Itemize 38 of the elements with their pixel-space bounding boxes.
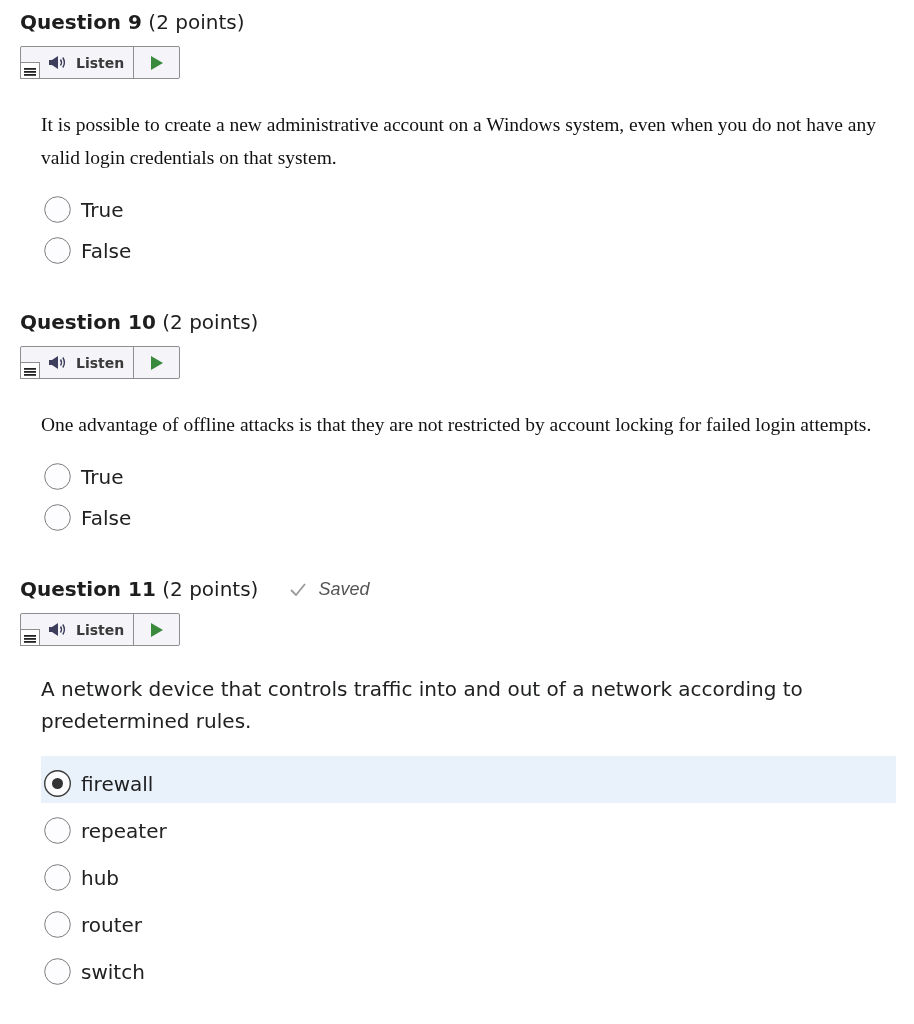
radio-button[interactable] xyxy=(44,864,71,891)
listen-button[interactable]: Listen xyxy=(40,47,135,78)
play-icon xyxy=(150,55,163,70)
menu-icon[interactable] xyxy=(20,629,40,646)
question-text: It is possible to create a new administrative account on a Windows system, even when you do not have any valid login credentials on that system. xyxy=(41,113,877,170)
listen-button[interactable]: Listen xyxy=(40,347,135,378)
answer-label[interactable]: router xyxy=(81,912,143,937)
play-icon xyxy=(150,622,163,637)
answer-label[interactable]: True xyxy=(81,464,124,489)
play-icon xyxy=(150,355,163,370)
answer-label[interactable]: True xyxy=(81,197,124,222)
speaker-icon xyxy=(48,355,66,370)
answer-label[interactable]: repeater xyxy=(81,818,167,843)
speaker-icon xyxy=(48,622,66,637)
answer-label[interactable]: firewall xyxy=(81,771,154,796)
radio-button[interactable] xyxy=(44,196,71,223)
answer-label[interactable]: switch xyxy=(81,959,145,984)
answer-label[interactable]: False xyxy=(81,238,132,263)
radio-button[interactable] xyxy=(44,770,71,797)
listen-button[interactable]: Listen xyxy=(40,614,135,645)
radio-button[interactable] xyxy=(44,911,71,938)
menu-icon[interactable] xyxy=(20,362,40,379)
radio-button[interactable] xyxy=(44,958,71,985)
radio-button[interactable] xyxy=(44,504,71,531)
question-heading: Question 9 (2 points) xyxy=(20,10,245,34)
question-heading: Question 10 (2 points) xyxy=(20,310,259,334)
radio-button[interactable] xyxy=(44,463,71,490)
menu-icon[interactable] xyxy=(20,62,40,79)
saved-status: Saved xyxy=(318,578,370,600)
question-text: One advantage of offline attacks is that they are not restricted by account locking for failed login attempts. xyxy=(41,413,873,437)
radio-button[interactable] xyxy=(44,237,71,264)
checkmark-icon xyxy=(290,582,307,596)
question-heading: Question 11 (2 points) xyxy=(20,577,259,601)
answer-label[interactable]: False xyxy=(81,505,132,530)
answer-label[interactable]: hub xyxy=(81,865,120,890)
radio-button[interactable] xyxy=(44,817,71,844)
question-text: A network device that controls traffic into and out of a network according to predetermined rules. xyxy=(41,676,804,735)
speaker-icon xyxy=(48,55,66,70)
